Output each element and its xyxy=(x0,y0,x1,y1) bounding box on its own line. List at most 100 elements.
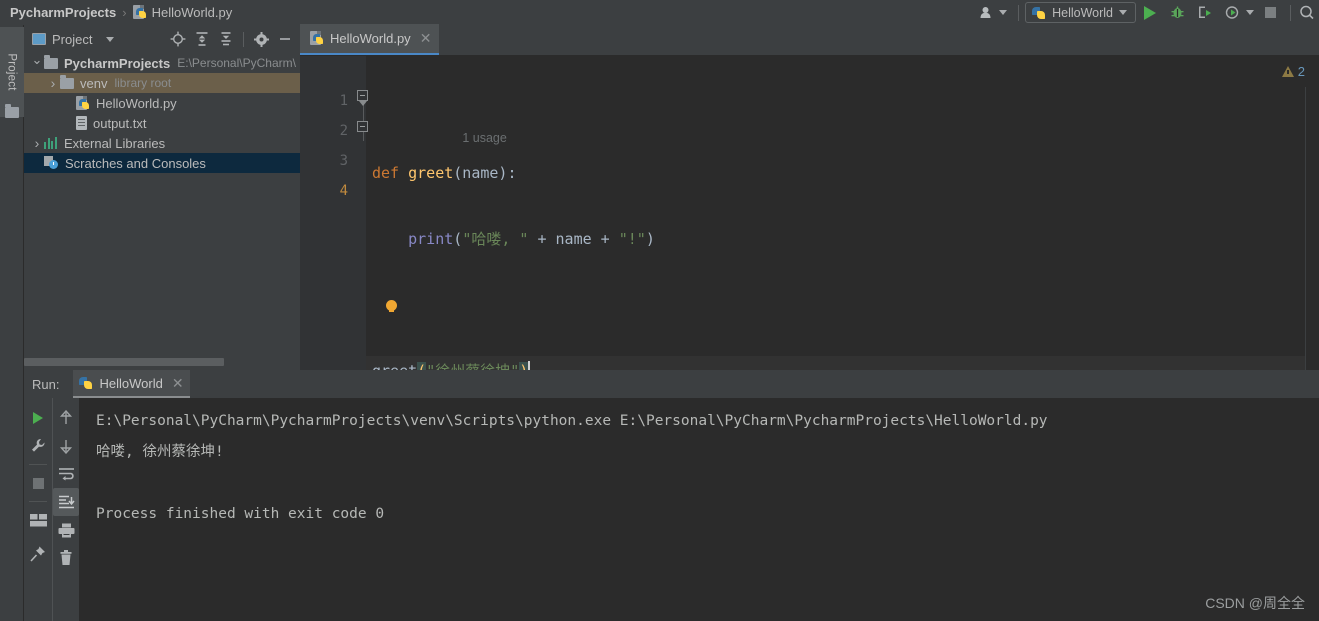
run-config-label: HelloWorld xyxy=(1052,5,1113,20)
line-numbers: 1 2 3 4 xyxy=(340,56,348,206)
tree-label: venv xyxy=(80,75,108,91)
toolbar-divider xyxy=(29,501,47,502)
python-file-icon xyxy=(132,5,147,20)
sidebar-tab-project[interactable]: Project xyxy=(0,27,24,117)
chevron-down-icon[interactable] xyxy=(106,36,115,42)
profile-button[interactable] xyxy=(1219,0,1257,25)
hide-minimize-icon[interactable] xyxy=(274,28,296,50)
locate-target-icon[interactable] xyxy=(167,28,189,50)
tree-row-venv[interactable]: venv library root xyxy=(24,73,300,93)
warning-count: 2 xyxy=(1297,64,1305,79)
debug-button[interactable] xyxy=(1164,0,1191,25)
tree-row-pycharmprojects[interactable]: PycharmProjects E:\Personal\PyCharm\ xyxy=(24,53,300,73)
scroll-to-end-icon xyxy=(58,495,75,509)
project-window-icon xyxy=(32,33,46,45)
search-everywhere-button[interactable] xyxy=(1297,0,1319,25)
operator-plus: + xyxy=(528,230,556,248)
code-line-3[interactable] xyxy=(366,290,1319,320)
chevron-down-icon[interactable] xyxy=(30,55,44,71)
tree-row-scratches-and-consoles[interactable]: Scratches and Consoles xyxy=(24,153,300,173)
expand-all-icon[interactable] xyxy=(191,28,213,50)
scroll-down-button[interactable] xyxy=(53,432,79,460)
code-content[interactable]: 1 usage def greet(name): print("哈喽, " + … xyxy=(366,56,1319,386)
close-icon[interactable]: ✕ xyxy=(172,375,184,392)
user-profile-icon[interactable] xyxy=(975,0,1012,25)
lightbulb-icon[interactable] xyxy=(386,300,397,312)
console-line: Process finished with exit code 0 xyxy=(96,506,385,522)
breadcrumb-file-label: HelloWorld.py xyxy=(151,5,233,20)
operator-plus: + xyxy=(591,230,619,248)
stop-button[interactable] xyxy=(1257,0,1284,25)
rerun-green-triangle-icon xyxy=(33,412,43,424)
library-icon xyxy=(44,137,58,149)
run-configuration-selector[interactable]: HelloWorld xyxy=(1025,2,1136,23)
scroll-to-end-button[interactable] xyxy=(53,488,79,516)
builtin-print: print xyxy=(408,230,454,248)
code-line-2[interactable]: print("哈喽, " + name + "!") xyxy=(366,224,1319,254)
layout-windows-icon xyxy=(29,513,47,526)
chevron-down-icon xyxy=(1119,10,1127,15)
scratches-icon xyxy=(44,156,59,170)
close-icon[interactable]: ✕ xyxy=(420,30,432,47)
project-panel-toolbar xyxy=(167,28,296,50)
tree-row-output-txt[interactable]: output.txt xyxy=(24,113,300,133)
rerun-button[interactable] xyxy=(25,404,51,432)
clear-all-trash-icon xyxy=(60,550,72,565)
run-tab-helloworld[interactable]: HelloWorld ✕ xyxy=(73,370,190,398)
editor-tab-strip: HelloWorld.py ✕ xyxy=(300,24,1319,56)
console-output[interactable]: E:\Personal\PyCharm\PycharmProjects\venv… xyxy=(79,398,1319,621)
toolbar-divider xyxy=(243,31,244,47)
collapse-all-icon[interactable] xyxy=(215,28,237,50)
function-params: (name): xyxy=(453,164,517,182)
print-button[interactable] xyxy=(53,516,79,544)
tree-sublabel: library root xyxy=(114,76,172,90)
sidebar-tab-project-label: Project xyxy=(6,53,19,91)
close-paren: ) xyxy=(645,230,655,248)
code-line-1[interactable]: def greet(name): xyxy=(366,158,1319,188)
line-number-current: 4 xyxy=(339,183,348,199)
tree-label: PycharmProjects xyxy=(64,55,171,71)
chevron-right-icon[interactable] xyxy=(46,75,60,91)
chevron-right-icon[interactable] xyxy=(30,135,44,151)
editor-scrollbar-strip[interactable] xyxy=(1305,87,1319,401)
keyword-def: def xyxy=(372,164,400,182)
inspection-warning-indicator[interactable]: 2 xyxy=(1281,64,1305,79)
wrench-settings-icon xyxy=(32,438,45,452)
titlebar-right-toolbar: HelloWorld xyxy=(975,0,1319,25)
clear-all-button[interactable] xyxy=(53,544,79,572)
tree-row-external-libraries[interactable]: External Libraries xyxy=(24,133,300,153)
soft-wrap-button[interactable] xyxy=(53,460,79,488)
run-with-coverage-button[interactable] xyxy=(1191,0,1219,25)
scroll-up-button[interactable] xyxy=(53,404,79,432)
debug-bug-icon xyxy=(1171,6,1184,18)
chevron-down-icon xyxy=(999,10,1008,15)
usage-hint-label[interactable]: 1 usage xyxy=(462,131,506,145)
pin-tab-button[interactable] xyxy=(25,540,51,568)
scrollbar-thumb[interactable] xyxy=(24,358,224,366)
code-editor[interactable]: 1 2 3 4 1 usage def greet(name): print("… xyxy=(300,56,1319,401)
pycharm-window: PycharmProjects › HelloWorld.py HelloWor… xyxy=(0,0,1319,621)
arrow-down-icon xyxy=(59,440,73,454)
run-panel-body: E:\Personal\PyCharm\PycharmProjects\venv… xyxy=(24,398,1319,621)
breadcrumb-project[interactable]: PycharmProjects xyxy=(10,5,116,20)
stop-square-icon xyxy=(1265,7,1276,18)
tree-row-helloworld-py[interactable]: HelloWorld.py xyxy=(24,93,300,113)
editor-gutter[interactable]: 1 2 3 4 xyxy=(300,56,368,370)
text-file-icon xyxy=(76,116,87,130)
breadcrumb-separator: › xyxy=(122,5,127,20)
run-button[interactable] xyxy=(1136,0,1164,25)
chevron-down-icon xyxy=(1246,10,1254,15)
run-toolbar-left xyxy=(24,398,52,621)
print-icon xyxy=(58,523,74,537)
tree-label: External Libraries xyxy=(64,135,166,151)
toolbar-divider xyxy=(29,464,47,465)
edit-configuration-button[interactable] xyxy=(25,432,51,460)
breadcrumb-file[interactable]: HelloWorld.py xyxy=(132,5,233,20)
layout-settings-button[interactable] xyxy=(25,506,51,534)
settings-gear-icon[interactable] xyxy=(250,28,272,50)
project-tree-horizontal-scrollbar[interactable] xyxy=(24,356,300,367)
editor-tab-helloworld-py[interactable]: HelloWorld.py ✕ xyxy=(300,24,440,55)
stop-process-button[interactable] xyxy=(25,469,51,497)
open-paren: ( xyxy=(453,230,463,248)
project-panel-title[interactable]: Project xyxy=(32,32,115,47)
